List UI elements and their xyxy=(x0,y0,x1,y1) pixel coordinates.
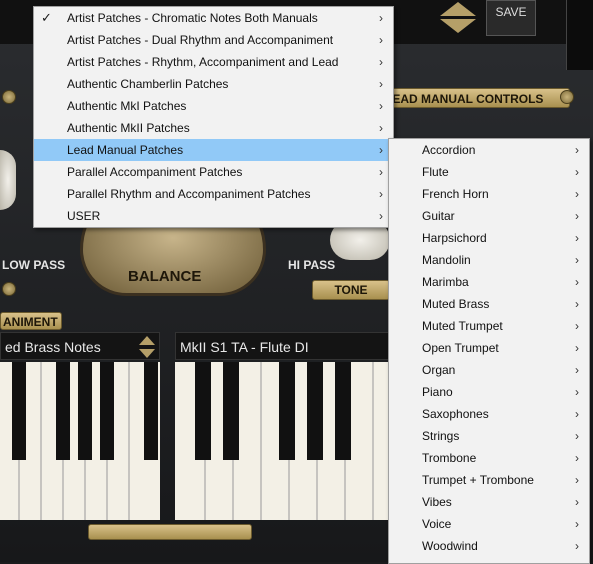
screw-icon xyxy=(2,282,16,296)
submenu-item-trumpet-trombone[interactable]: Trumpet + Trombone › xyxy=(389,469,589,491)
tone-label: TONE xyxy=(312,280,390,300)
left-keys-graphic xyxy=(12,362,158,520)
left-keyboard[interactable] xyxy=(0,362,160,520)
chevron-right-icon: › xyxy=(575,209,579,223)
chevron-right-icon: › xyxy=(379,121,383,135)
chevron-right-icon: › xyxy=(575,363,579,377)
submenu-item-french-horn[interactable]: French Horn › xyxy=(389,183,589,205)
submenu-item-marimba[interactable]: Marimba › xyxy=(389,271,589,293)
up-down-arrows-icon xyxy=(440,2,476,33)
chevron-right-icon: › xyxy=(575,253,579,267)
submenu-item-flute[interactable]: Flute › xyxy=(389,161,589,183)
bottom-brass-plate xyxy=(88,524,252,540)
menu-item-artist-rhythm-lead[interactable]: Artist Patches - Rhythm, Accompaniment a… xyxy=(34,51,393,73)
chevron-right-icon: › xyxy=(379,143,383,157)
submenu-item-voice[interactable]: Voice › xyxy=(389,513,589,535)
submenu-item-vibes[interactable]: Vibes › xyxy=(389,491,589,513)
chevron-right-icon: › xyxy=(575,495,579,509)
right-keys-graphic xyxy=(195,362,374,520)
submenu-item-strings[interactable]: Strings › xyxy=(389,425,589,447)
chevron-right-icon: › xyxy=(379,187,383,201)
submenu-item-organ[interactable]: Organ › xyxy=(389,359,589,381)
submenu-item-guitar[interactable]: Guitar › xyxy=(389,205,589,227)
menu-item-mki[interactable]: Authentic MkI Patches › xyxy=(34,95,393,117)
chevron-right-icon: › xyxy=(575,385,579,399)
menu-item-artist-chromatic[interactable]: ✓ Artist Patches - Chromatic Notes Both … xyxy=(34,7,393,29)
right-panel-edge xyxy=(566,0,593,70)
chevron-right-icon: › xyxy=(379,77,383,91)
chevron-right-icon: › xyxy=(575,517,579,531)
balance-label: BALANCE xyxy=(128,268,202,285)
chevron-right-icon: › xyxy=(575,297,579,311)
accompaniment-label: ANIMENT xyxy=(0,312,62,330)
chevron-right-icon: › xyxy=(379,165,383,179)
left-patch-display[interactable]: ed Brass Notes xyxy=(0,332,160,360)
menu-item-mkii[interactable]: Authentic MkII Patches › xyxy=(34,117,393,139)
submenu-item-trombone[interactable]: Trombone › xyxy=(389,447,589,469)
lead-manual-submenu: Accordion › Flute › French Horn › Guitar › H… xyxy=(388,138,590,564)
low-pass-label: LOW PASS xyxy=(2,258,66,272)
patch-category-menu: ✓ Artist Patches - Chromatic Notes Both … xyxy=(33,6,394,228)
chevron-right-icon: › xyxy=(575,187,579,201)
screw-icon xyxy=(2,90,16,104)
chevron-right-icon: › xyxy=(575,143,579,157)
chevron-right-icon: › xyxy=(575,451,579,465)
low-pass-knob[interactable] xyxy=(0,150,16,210)
right-keyboard[interactable] xyxy=(175,362,390,520)
menu-item-chamberlin[interactable]: Authentic Chamberlin Patches › xyxy=(34,73,393,95)
chevron-right-icon: › xyxy=(379,209,383,223)
chevron-right-icon: › xyxy=(379,33,383,47)
chevron-right-icon: › xyxy=(575,231,579,245)
menu-item-user[interactable]: USER › xyxy=(34,205,393,227)
chevron-right-icon: › xyxy=(379,99,383,113)
submenu-item-muted-trumpet[interactable]: Muted Trumpet › xyxy=(389,315,589,337)
chevron-right-icon: › xyxy=(379,11,383,25)
chevron-right-icon: › xyxy=(575,429,579,443)
menu-item-lead-manual[interactable]: Lead Manual Patches › xyxy=(34,139,393,161)
chevron-right-icon: › xyxy=(575,539,579,553)
submenu-item-accordion[interactable]: Accordion › xyxy=(389,139,589,161)
chevron-right-icon: › xyxy=(379,55,383,69)
checkmark-icon: ✓ xyxy=(41,10,52,25)
submenu-item-saxophones[interactable]: Saxophones › xyxy=(389,403,589,425)
patch-up-down-arrows[interactable] xyxy=(438,0,478,34)
submenu-item-harpsichord[interactable]: Harpsichord › xyxy=(389,227,589,249)
submenu-item-mandolin[interactable]: Mandolin › xyxy=(389,249,589,271)
screw-icon xyxy=(560,90,574,104)
left-patch-up-down-icon[interactable] xyxy=(137,334,157,365)
chevron-right-icon: › xyxy=(575,275,579,289)
submenu-item-piano[interactable]: Piano › xyxy=(389,381,589,403)
chevron-right-icon: › xyxy=(575,473,579,487)
chevron-right-icon: › xyxy=(575,341,579,355)
chevron-right-icon: › xyxy=(575,319,579,333)
menu-item-parallel-rhythm[interactable]: Parallel Rhythm and Accompaniment Patche… xyxy=(34,183,393,205)
submenu-item-open-trumpet[interactable]: Open Trumpet › xyxy=(389,337,589,359)
chevron-right-icon: › xyxy=(575,165,579,179)
chevron-right-icon: › xyxy=(575,407,579,421)
menu-item-parallel-accomp[interactable]: Parallel Accompaniment Patches › xyxy=(34,161,393,183)
menu-item-artist-dual-rhythm[interactable]: Artist Patches - Dual Rhythm and Accompa… xyxy=(34,29,393,51)
hi-pass-label: HI PASS xyxy=(288,258,336,272)
submenu-item-muted-brass[interactable]: Muted Brass › xyxy=(389,293,589,315)
right-patch-display[interactable]: MkII S1 TA - Flute DI xyxy=(175,332,390,360)
submenu-item-woodwind[interactable]: Woodwind › xyxy=(389,535,589,557)
save-button[interactable]: SAVE xyxy=(486,0,536,36)
lead-manual-controls-label: LEAD MANUAL CONTROLS xyxy=(380,88,570,108)
